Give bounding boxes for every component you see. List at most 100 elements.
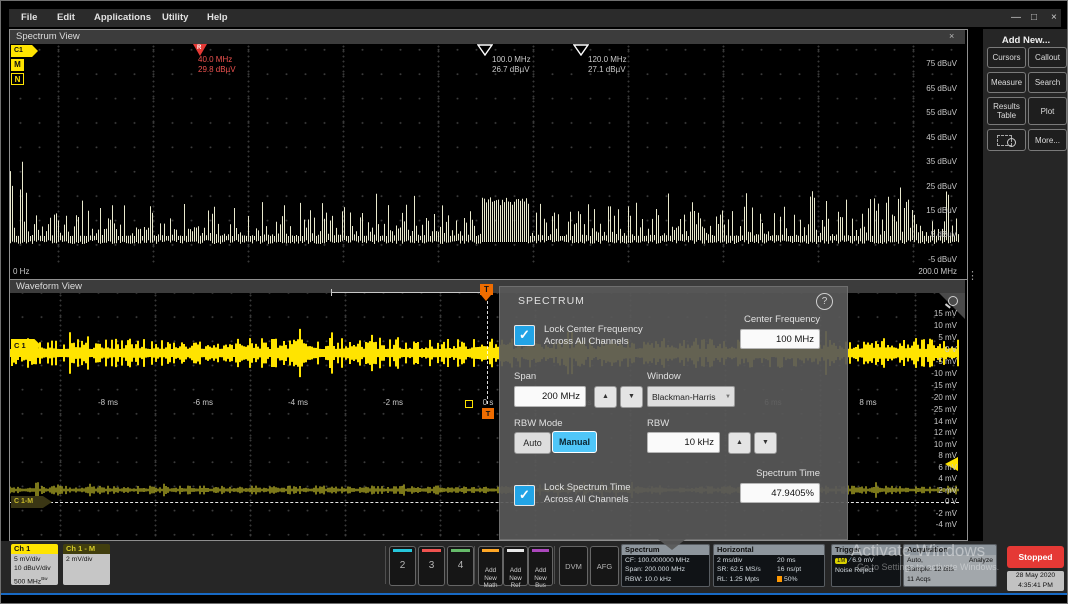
close-window-icon[interactable]: ×: [1051, 12, 1057, 24]
window-dropdown[interactable]: Blackman-Harris ▼: [647, 386, 735, 407]
menu-help[interactable]: Help: [207, 12, 228, 23]
spectrum-time-label: Spectrum Time: [670, 468, 820, 479]
tekscope-application: File Edit Applications Utility Help — □ …: [0, 0, 1068, 604]
spectrum-dialog: SPECTRUM ? ✓ Lock Center Frequency Acros…: [499, 286, 848, 540]
add-new-math-button[interactable]: Add New Math: [478, 546, 503, 586]
horizontal-badge[interactable]: Horizontal 2 ms/div20 ms SR: 62.5 MS/s16…: [713, 544, 825, 587]
peak-marker-b-amplitude: 27.1 dBµV: [588, 65, 626, 74]
horizontal-resolution: 16 ns/pt: [777, 565, 801, 574]
peak-marker-a-triangle[interactable]: [477, 44, 493, 56]
channel4-button[interactable]: 4: [447, 546, 474, 586]
horizontal-window: 20 ms: [777, 556, 796, 565]
lock-st-label-line2: Across All Channels: [544, 494, 628, 505]
run-stop-button[interactable]: Stopped: [1007, 546, 1064, 568]
lower-scale-label: 8 mV: [907, 451, 957, 460]
add-new-bus-button[interactable]: Add New Bus: [528, 546, 553, 586]
callout-button[interactable]: Callout: [1028, 47, 1067, 68]
upper-scale-label: 5 mV: [907, 333, 957, 342]
panel-splitter-handle[interactable]: ⋮: [967, 269, 978, 282]
time-label: 8 ms: [848, 398, 888, 407]
spectrum-view-close-icon[interactable]: ×: [949, 31, 954, 41]
search-button[interactable]: Search: [1028, 72, 1067, 93]
zoom-mode-button[interactable]: [987, 129, 1026, 151]
window-label: Window: [647, 371, 681, 382]
trigger-position-arrow-icon: [481, 295, 491, 301]
trigger-mode: Noise Reject: [835, 566, 897, 575]
measure-button[interactable]: Measure: [987, 72, 1026, 93]
spectrum-y-label: 45 dBuV: [897, 133, 957, 142]
lock-spectrum-time-checkbox[interactable]: ✓: [514, 485, 535, 506]
spectrum-badge[interactable]: Spectrum CF: 100.000000 MHz Span: 200.00…: [621, 544, 710, 587]
center-frequency-input[interactable]: 100 MHz: [740, 329, 820, 349]
channel3-button[interactable]: 3: [418, 546, 445, 586]
trigger-badge[interactable]: Trigger 1M ∕ 6.9 mV Noise Reject: [831, 544, 901, 587]
spectrum-y-label: 25 dBuV: [897, 182, 957, 191]
spectrum-time-bar[interactable]: [331, 292, 481, 293]
plot-button[interactable]: Plot: [1028, 97, 1067, 125]
time-label: -6 ms: [183, 398, 223, 407]
lock-cf-label-line1: Lock Center Frequency: [544, 324, 643, 335]
horizontal-position: 50%: [784, 575, 798, 584]
trigger-level: 6.9 mV: [852, 557, 874, 564]
maximize-icon[interactable]: □: [1031, 12, 1037, 24]
spectrum-max-trace-badge[interactable]: M: [11, 59, 24, 71]
rbw-increase-button[interactable]: ▲: [728, 432, 751, 454]
more-button[interactable]: More...: [1028, 129, 1067, 151]
spectrum-view-titlebar[interactable]: Spectrum View: [10, 30, 965, 44]
rbw-mode-manual-button[interactable]: Manual: [552, 431, 597, 453]
peak-marker-b-triangle[interactable]: [573, 44, 589, 56]
upper-scale-label: 15 mV: [907, 309, 957, 318]
span-decrease-button[interactable]: ▼: [620, 386, 643, 408]
span-label: Span: [514, 371, 536, 382]
add-new-ref-button[interactable]: Add New Ref: [503, 546, 528, 586]
results-table-button[interactable]: Results Table: [987, 97, 1026, 125]
span-increase-button[interactable]: ▲: [594, 386, 617, 408]
rbw-input[interactable]: 10 kHz: [647, 432, 720, 453]
channel2-color-stripe: [393, 549, 412, 552]
help-icon[interactable]: ?: [816, 293, 833, 310]
spectrum-time-bar-left-tick[interactable]: [331, 289, 332, 296]
acquisition-analyze: Analyze: [969, 556, 993, 565]
spectrum-normal-trace-badge[interactable]: N: [11, 73, 24, 85]
lower-scale-label: -4 mV: [907, 520, 957, 529]
channel1-math-badge[interactable]: Ch 1 - M 2 mV/div: [63, 544, 110, 585]
peak-marker-a-frequency: 100.0 MHz: [492, 55, 531, 64]
afg-button[interactable]: AFG: [590, 546, 619, 586]
lower-scale-label: 0 V: [907, 497, 957, 506]
spectrum-time-input[interactable]: 47.9405%: [740, 483, 820, 503]
upper-scale-label: 0 V: [907, 345, 957, 354]
dialog-pointer-notch: [658, 539, 686, 550]
lock-cf-label-line2: Across All Channels: [544, 336, 628, 347]
menu-applications[interactable]: Applications: [94, 12, 151, 23]
channel1-badge[interactable]: Ch 1 5 mV/div 10 dBuV/div 500 MHzBw: [11, 544, 58, 585]
menu-file[interactable]: File: [21, 12, 37, 23]
peak-marker-b-frequency: 120.0 MHz: [588, 55, 627, 64]
span-input[interactable]: 200 MHz: [514, 386, 586, 407]
lower-scale-label: 6 mV: [907, 463, 957, 472]
rising-edge-icon: ∕: [849, 557, 850, 564]
channel1-math-badge-title: Ch 1 - M: [63, 544, 110, 554]
spectrum-y-label: -5 dBuV: [897, 255, 957, 264]
time-label: -4 ms: [278, 398, 318, 407]
cursors-button[interactable]: Cursors: [987, 47, 1026, 68]
trigger-position-marker[interactable]: T: [480, 284, 493, 295]
trigger-marker-lower[interactable]: T: [482, 408, 494, 419]
bus-color-stripe: [532, 549, 549, 552]
spectrum-trace: [10, 45, 959, 263]
acquisition-badge[interactable]: Acquisition Auto,Analyze Sample: 12 bits…: [903, 544, 997, 587]
channel2-button[interactable]: 2: [389, 546, 416, 586]
menu-utility[interactable]: Utility: [162, 12, 188, 23]
badge-separator: [554, 546, 555, 584]
horizontal-record-length: RL: 1.25 Mpts: [717, 575, 777, 584]
menu-edit[interactable]: Edit: [57, 12, 75, 23]
upper-scale-label: 10 mV: [907, 321, 957, 330]
time-label: -2 ms: [373, 398, 413, 407]
dvm-button[interactable]: DVM: [559, 546, 588, 586]
minimize-icon[interactable]: —: [1011, 12, 1021, 24]
rbw-decrease-button[interactable]: ▼: [754, 432, 777, 454]
lock-center-frequency-checkbox[interactable]: ✓: [514, 325, 535, 346]
rbw-mode-auto-button[interactable]: Auto: [514, 432, 551, 454]
horizontal-badge-title: Horizontal: [714, 545, 824, 555]
add-new-title: Add New...: [983, 35, 1068, 46]
spectrum-y-label: 65 dBuV: [897, 84, 957, 93]
